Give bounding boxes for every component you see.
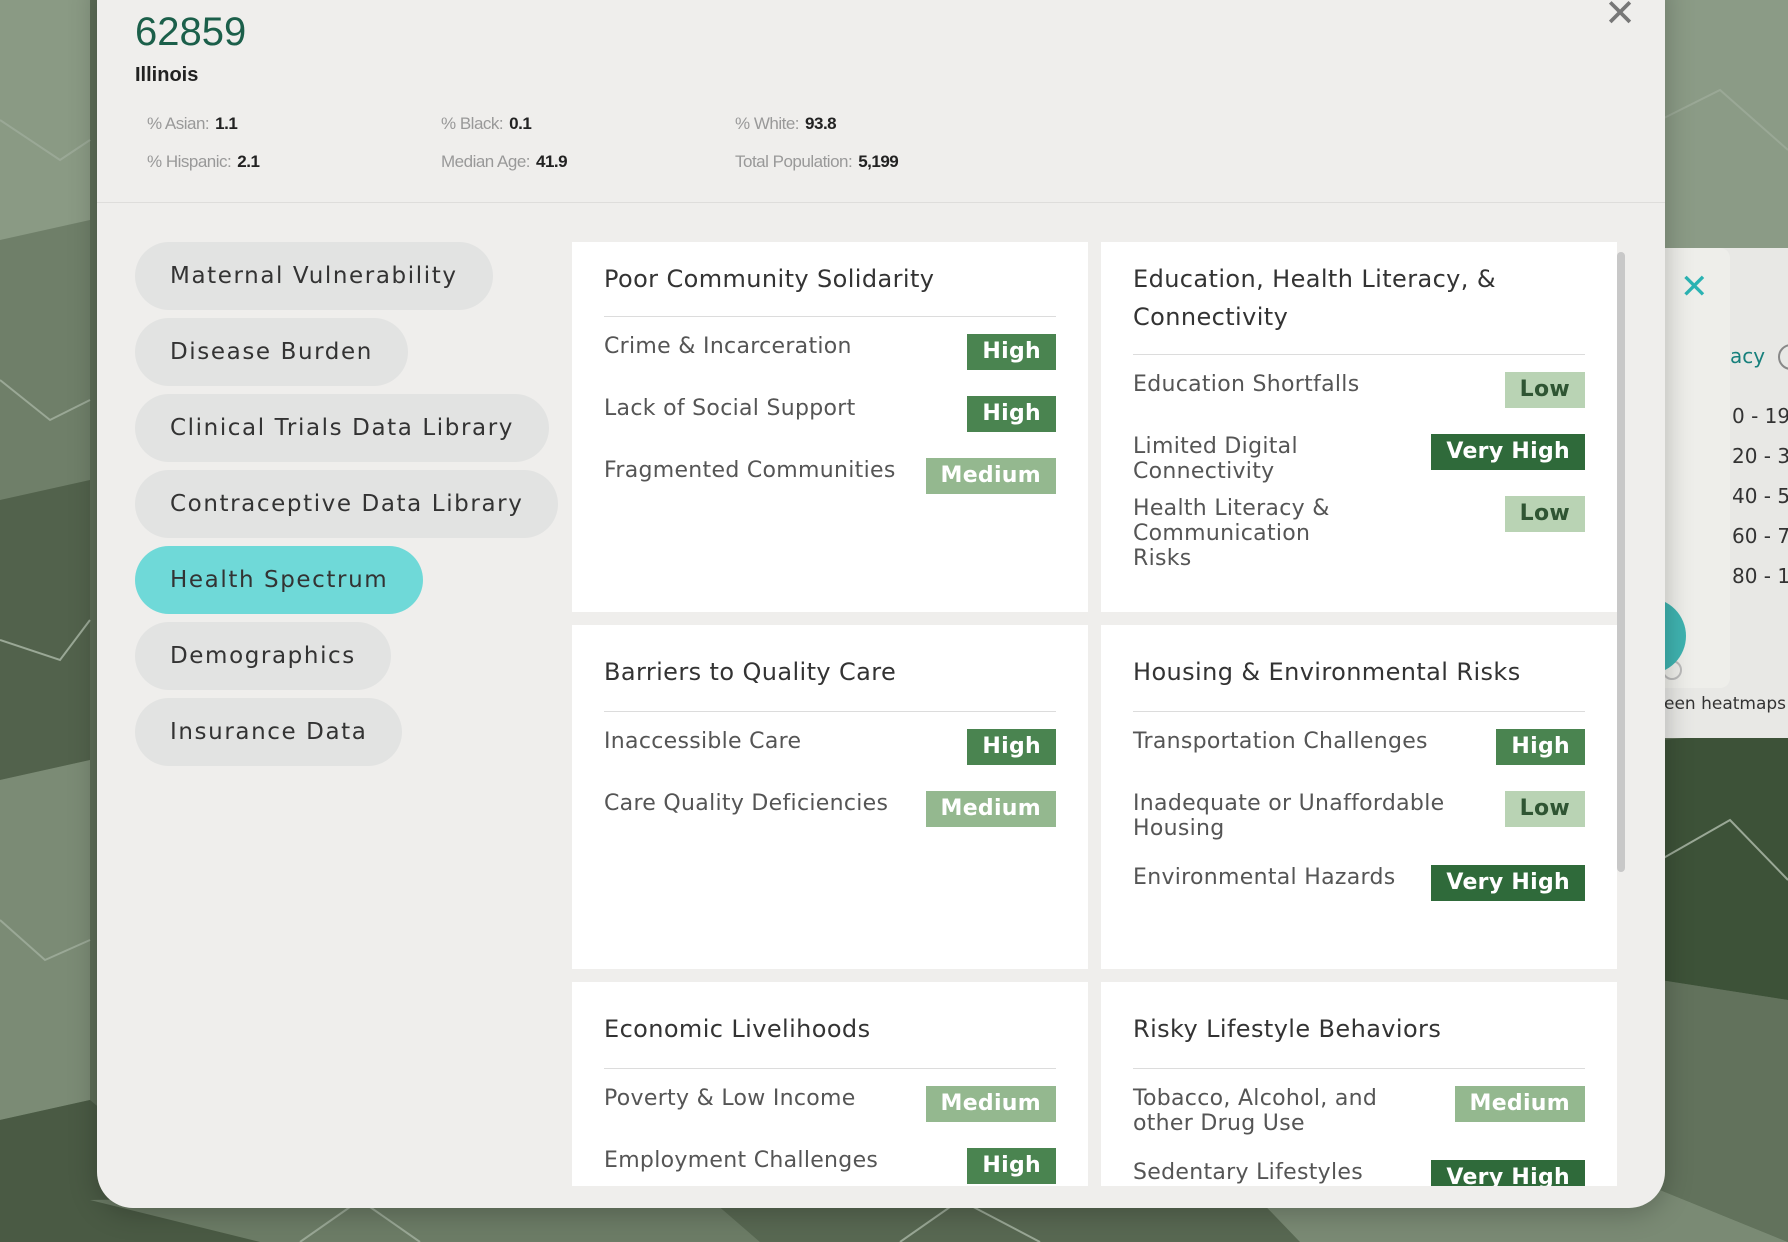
legend-note: een heatmaps	[1664, 694, 1787, 714]
legend-close-icon[interactable]: ✕	[1680, 270, 1709, 304]
row-label: Environmental Hazards	[1133, 865, 1396, 890]
cards-scrollbar[interactable]	[1617, 252, 1625, 1172]
level-badge: Very High	[1431, 1160, 1585, 1186]
row-label: Sedentary Lifestyles	[1133, 1160, 1363, 1185]
card-divider	[604, 1068, 1056, 1069]
level-badge: Medium	[925, 791, 1056, 827]
card-barriers-to-quality-care: Barriers to Quality Care Inaccessible Ca…	[572, 625, 1088, 969]
card-divider	[604, 316, 1056, 317]
stat-total-population: Total Population: 5,199	[735, 152, 899, 171]
stat-asian: % Asian: 1.1	[147, 114, 238, 133]
level-badge: Medium	[925, 458, 1056, 494]
legend-title: acy	[1730, 344, 1766, 368]
level-badge: High	[1496, 729, 1585, 765]
card-divider	[1133, 354, 1585, 355]
row-label: Limited Digital Connectivity	[1133, 434, 1298, 484]
card-title: Housing & Environmental Risks	[1133, 658, 1521, 686]
close-icon[interactable]: ✕	[1601, 0, 1639, 32]
card-risky-lifestyle-behaviors: Risky Lifestyle Behaviors Tobacco, Alcoh…	[1101, 982, 1617, 1186]
row-label: Poverty & Low Income	[604, 1086, 856, 1111]
level-badge: High	[967, 396, 1056, 432]
stat-hispanic: % Hispanic: 2.1	[147, 152, 260, 171]
level-badge: Medium	[1454, 1086, 1585, 1122]
state-name: Illinois	[135, 64, 199, 86]
card-education-health-literacy-connectivity: Education, Health Literacy, & Connectivi…	[1101, 242, 1617, 612]
level-badge: Very High	[1431, 434, 1585, 470]
legend-range: 40 - 5	[1732, 484, 1788, 508]
card-title: Education, Health Literacy, & Connectivi…	[1133, 265, 1496, 331]
row-label: Employment Challenges	[604, 1148, 879, 1173]
level-badge: Medium	[925, 1086, 1056, 1122]
level-badge: Low	[1504, 791, 1585, 827]
row-label: Tobacco, Alcohol, and other Drug Use	[1133, 1086, 1378, 1136]
nav-demographics[interactable]: Demographics	[135, 622, 391, 690]
card-poor-community-solidarity: Poor Community Solidarity Crime & Incarc…	[572, 242, 1088, 612]
card-title: Risky Lifestyle Behaviors	[1133, 1015, 1442, 1043]
row-label: Inaccessible Care	[604, 729, 802, 754]
header-divider	[97, 202, 1665, 203]
nav-insurance-data[interactable]: Insurance Data	[135, 698, 403, 766]
stat-white: % White: 93.8	[735, 114, 837, 133]
card-divider	[1133, 711, 1585, 712]
card-housing-environmental-risks: Housing & Environmental Risks Transporta…	[1101, 625, 1617, 969]
row-label: Transportation Challenges	[1133, 729, 1428, 754]
row-label: Education Shortfalls	[1133, 372, 1360, 397]
card-divider	[1133, 1068, 1585, 1069]
stat-black: % Black: 0.1	[441, 114, 532, 133]
row-label: Care Quality Deficiencies	[604, 791, 889, 816]
row-label: Health Literacy & Communication Risks	[1133, 496, 1330, 571]
nav-contraceptive-data-library[interactable]: Contraceptive Data Library	[135, 470, 559, 538]
zip-detail-modal: ✕ 62859 Illinois % Asian: 1.1 % Black: 0.1…	[97, 0, 1665, 1208]
nav-disease-burden[interactable]: Disease Burden	[135, 318, 408, 386]
level-badge: High	[967, 1148, 1056, 1184]
legend-range: 80 - 1	[1732, 564, 1788, 588]
legend-range: 60 - 7	[1732, 524, 1788, 548]
row-label: Crime & Incarceration	[604, 334, 852, 359]
row-label: Inadequate or Unaffordable Housing	[1133, 791, 1445, 841]
legend-range: 0 - 19	[1732, 404, 1788, 428]
zip-code: 62859	[135, 10, 247, 54]
info-icon[interactable]	[1778, 344, 1788, 370]
level-badge: Low	[1504, 372, 1585, 408]
card-title: Barriers to Quality Care	[604, 658, 897, 686]
card-divider	[604, 711, 1056, 712]
card-title: Poor Community Solidarity	[604, 265, 935, 293]
level-badge: High	[967, 334, 1056, 370]
health-spectrum-cards: Poor Community Solidarity Crime & Incarc…	[572, 242, 1632, 1186]
scrollbar-thumb[interactable]	[1617, 252, 1625, 872]
card-economic-livelihoods: Economic Livelihoods Poverty & Low Incom…	[572, 982, 1088, 1186]
nav-clinical-trials-data-library[interactable]: Clinical Trials Data Library	[135, 394, 549, 462]
level-badge: Very High	[1431, 865, 1585, 901]
nav-health-spectrum[interactable]: Health Spectrum	[135, 546, 424, 614]
row-label: Lack of Social Support	[604, 396, 856, 421]
nav-maternal-vulnerability[interactable]: Maternal Vulnerability	[135, 242, 493, 310]
level-badge: Low	[1504, 496, 1585, 532]
row-label: Fragmented Communities	[604, 458, 896, 483]
level-badge: High	[967, 729, 1056, 765]
legend-range: 20 - 3	[1732, 444, 1788, 468]
card-title: Economic Livelihoods	[604, 1015, 871, 1043]
stat-median-age: Median Age: 41.9	[441, 152, 568, 171]
